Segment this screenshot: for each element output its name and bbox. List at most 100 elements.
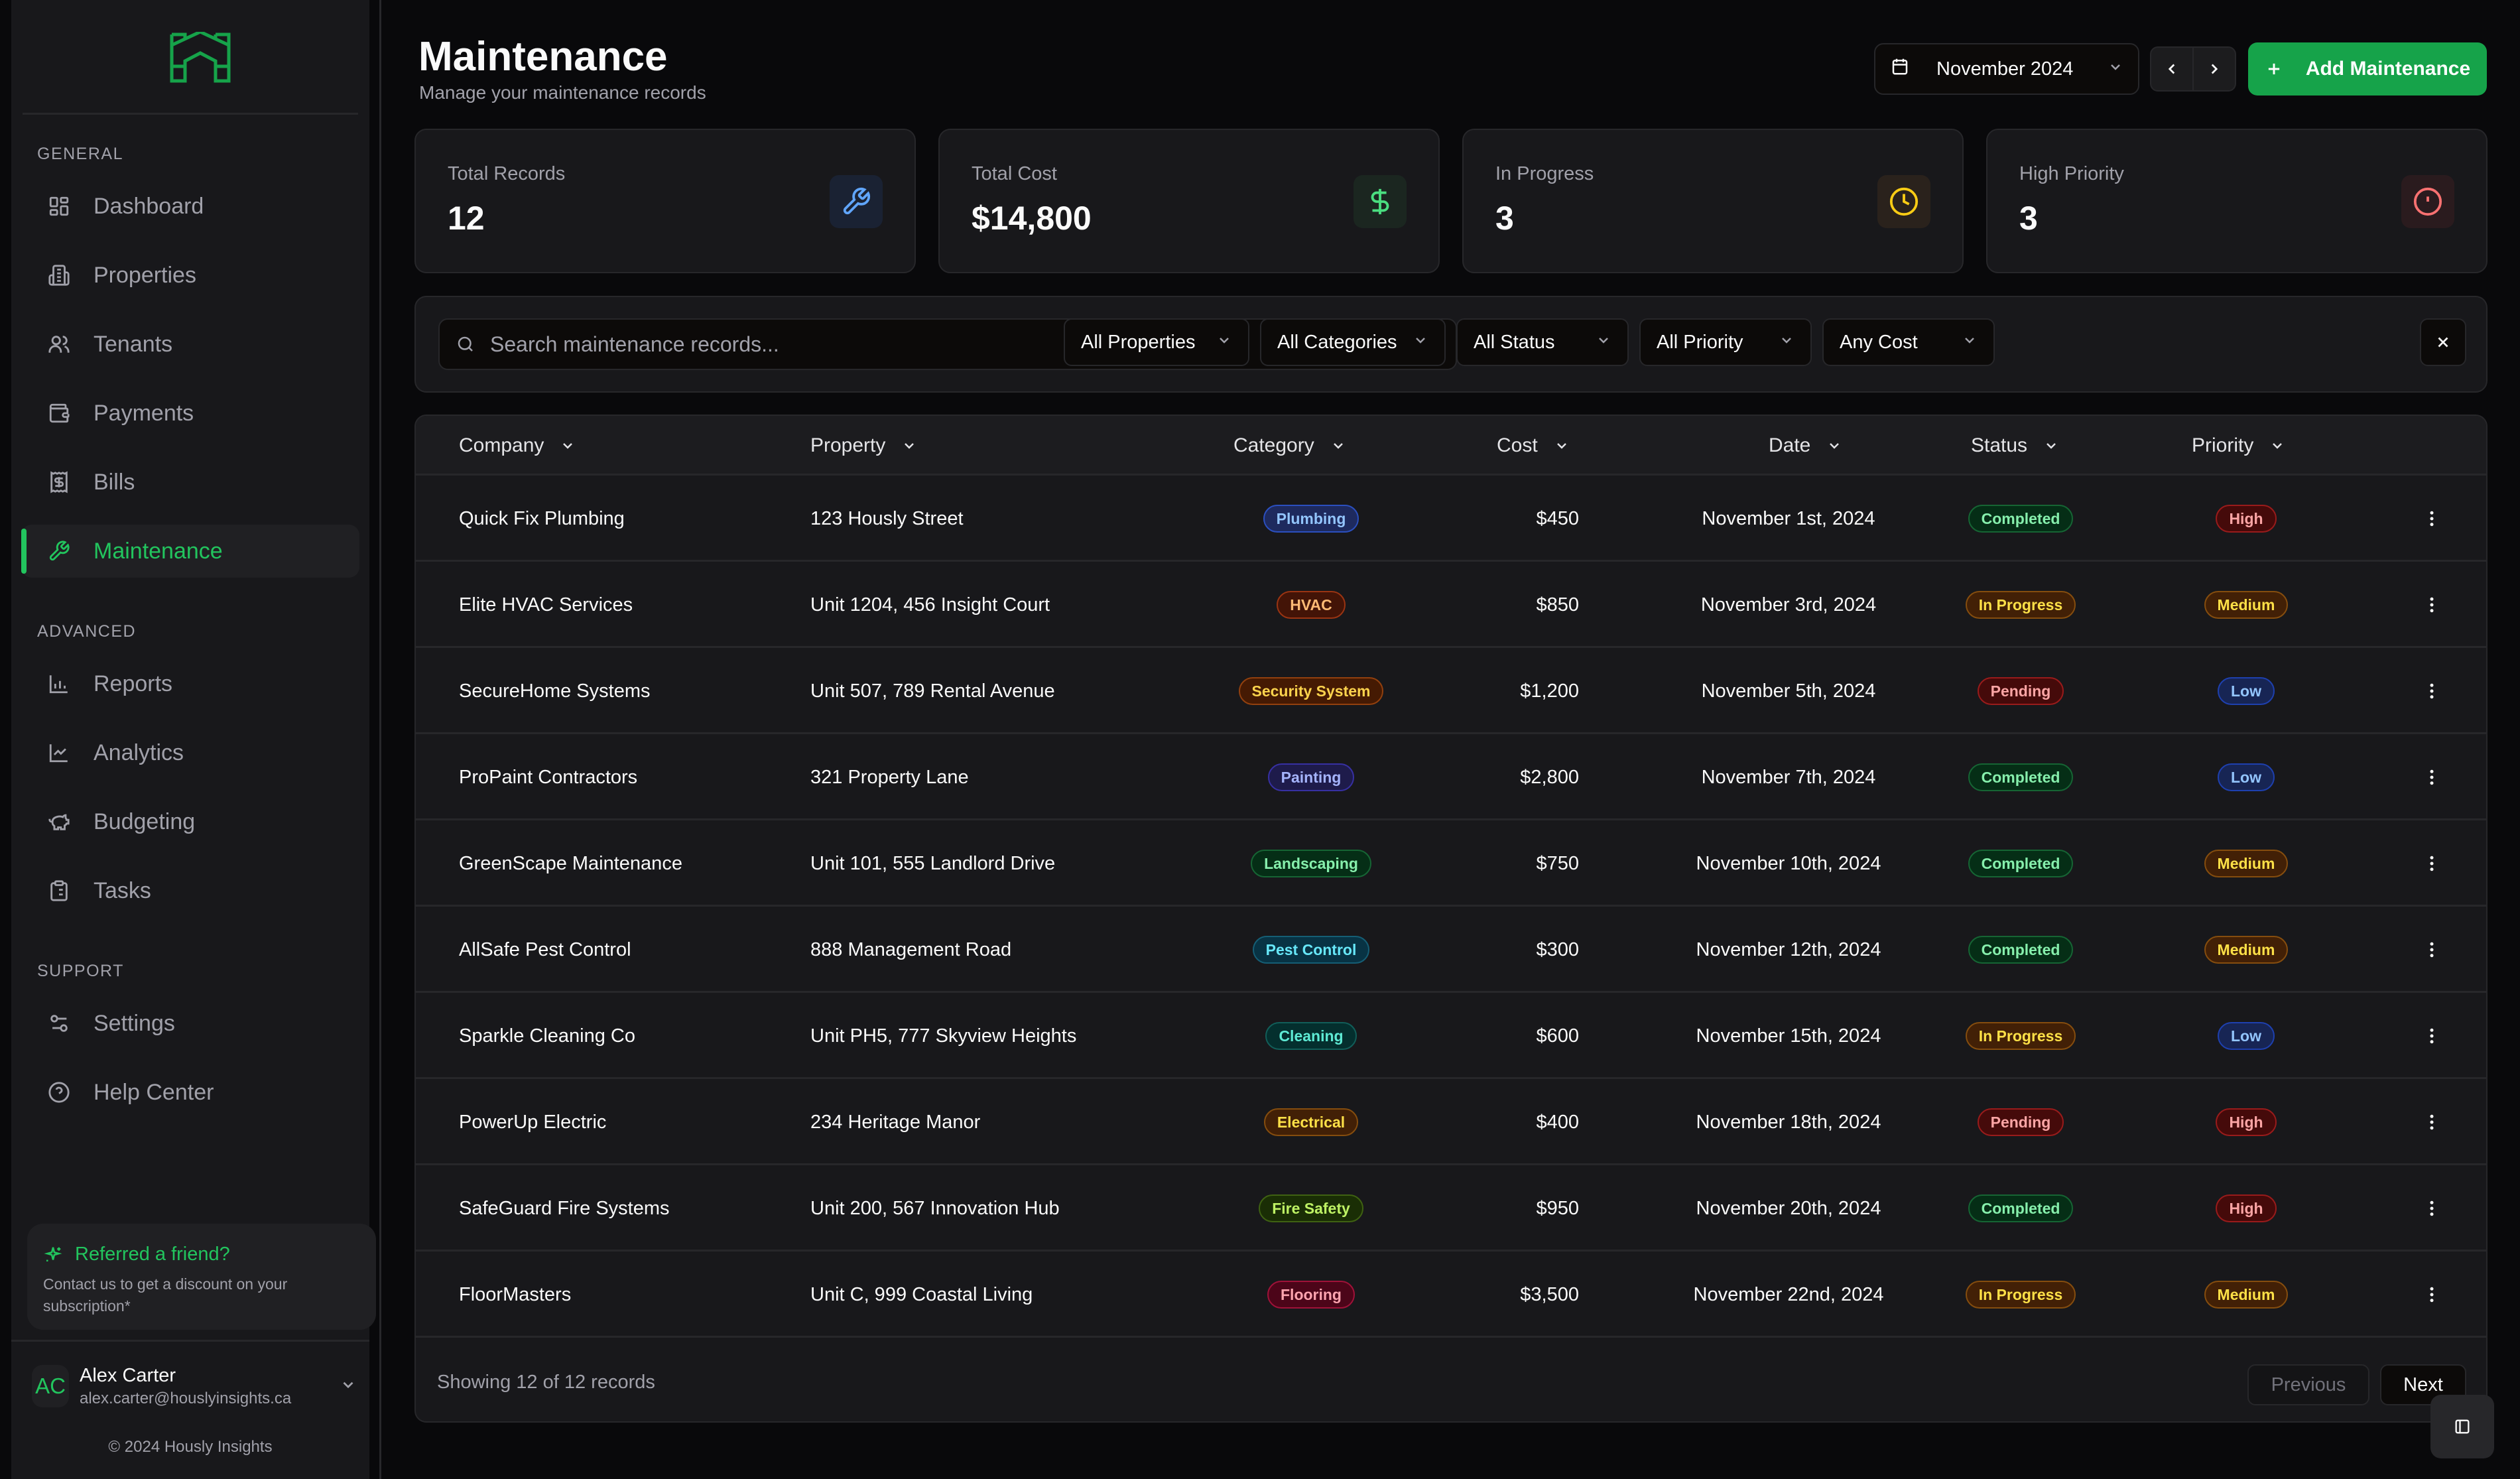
category-badge: Fire Safety — [1259, 1194, 1363, 1222]
column-header-date[interactable]: Date — [1769, 416, 1842, 476]
category-badge: HVAC — [1277, 591, 1346, 619]
filter-value: All Status — [1474, 331, 1555, 353]
filter-panel: All Properties All Categories All Status… — [414, 296, 2488, 393]
user-menu[interactable]: AC Alex Carter alex.carter@houslyinsight… — [32, 1364, 357, 1408]
column-header-property[interactable]: Property — [810, 416, 917, 476]
row-actions-button[interactable] — [2412, 734, 2452, 820]
chevron-down-icon — [1962, 332, 1978, 354]
sidebar-item-help-center[interactable]: Help Center — [21, 1066, 359, 1119]
filter-value: All Categories — [1277, 331, 1397, 353]
table-row[interactable]: GreenScape Maintenance Unit 101, 555 Lan… — [416, 820, 2486, 907]
previous-month-button[interactable] — [2151, 48, 2194, 90]
clear-filters-button[interactable] — [2420, 318, 2466, 366]
cost-cell: $600 — [1536, 1025, 1579, 1047]
table-row[interactable]: AllSafe Pest Control 888 Management Road… — [416, 907, 2486, 993]
stat-value: $14,800 — [972, 200, 1092, 237]
sidebar-item-tasks[interactable]: Tasks — [21, 864, 359, 917]
sidebar-item-maintenance[interactable]: Maintenance — [21, 525, 359, 578]
filter-select-all-categories[interactable]: All Categories — [1260, 318, 1446, 366]
table-footer: Showing 12 of 12 records Previous Next — [416, 1341, 2486, 1421]
row-actions-button[interactable] — [2412, 648, 2452, 734]
table-row[interactable]: SafeGuard Fire Systems Unit 200, 567 Inn… — [416, 1165, 2486, 1252]
sidebar-item-analytics[interactable]: Analytics — [21, 726, 359, 779]
stat-card-high-priority: High Priority 3 — [1986, 129, 2488, 273]
status-badge: Pending — [1977, 1108, 2064, 1136]
sidebar-item-payments[interactable]: Payments — [21, 387, 359, 440]
month-picker[interactable]: November 2024 — [1874, 43, 2139, 95]
row-actions-button[interactable] — [2412, 562, 2452, 648]
table-row[interactable]: ProPaint Contractors 321 Property Lane P… — [416, 734, 2486, 820]
property-cell: 234 Heritage Manor — [810, 1111, 981, 1133]
priority-badge: Low — [2218, 1022, 2275, 1050]
chevron-left-icon — [2168, 64, 2175, 74]
sidebar-item-reports[interactable]: Reports — [21, 657, 359, 710]
filter-select-all-priority[interactable]: All Priority — [1639, 318, 1812, 366]
chevron-down-icon — [1216, 332, 1232, 354]
status-badge: Completed — [1968, 505, 2074, 533]
table-row[interactable]: FloorMasters Unit C, 999 Coastal Living … — [416, 1252, 2486, 1338]
cost-cell: $950 — [1536, 1197, 1579, 1219]
column-header-company[interactable]: Company — [459, 416, 576, 476]
sidebar-item-settings[interactable]: Settings — [21, 997, 359, 1050]
sidebar-item-properties[interactable]: Properties — [21, 249, 359, 302]
more-vertical-icon — [2430, 1028, 2434, 1044]
help-circle-icon — [48, 1082, 70, 1103]
property-cell: 123 Hously Street — [810, 507, 964, 529]
sidebar-item-budgeting[interactable]: Budgeting — [21, 795, 359, 848]
table-row[interactable]: Sparkle Cleaning Co Unit PH5, 777 Skyvie… — [416, 993, 2486, 1079]
sidebar-item-tenants[interactable]: Tenants — [21, 318, 359, 371]
table-row[interactable]: Quick Fix Plumbing 123 Hously Street Plu… — [416, 476, 2486, 562]
wrench-icon — [49, 541, 70, 561]
company-cell: Elite HVAC Services — [459, 594, 633, 615]
more-vertical-icon — [2430, 1114, 2434, 1130]
filter-value: Any Cost — [1840, 331, 1918, 353]
priority-cell: Medium — [2113, 907, 2379, 993]
divider — [11, 1340, 369, 1342]
chevron-down-icon[interactable] — [340, 1376, 357, 1397]
building-icon — [48, 265, 70, 286]
row-actions-button[interactable] — [2412, 476, 2452, 562]
property-cell: Unit 101, 555 Landlord Drive — [810, 852, 1056, 874]
filter-select-any-cost[interactable]: Any Cost — [1822, 318, 1995, 366]
next-month-button[interactable] — [2194, 48, 2235, 90]
referral-card[interactable]: Referred a friend? Contact us to get a d… — [27, 1224, 376, 1330]
cost-cell: $3,500 — [1520, 1283, 1579, 1305]
filter-select-all-status[interactable]: All Status — [1456, 318, 1629, 366]
add-maintenance-button[interactable]: Add Maintenance — [2248, 42, 2487, 96]
column-header-status[interactable]: Status — [1971, 416, 2059, 476]
hously-logo[interactable] — [169, 30, 231, 94]
filter-select-all-properties[interactable]: All Properties — [1064, 318, 1249, 366]
column-label: Date — [1769, 434, 1811, 456]
status-badge: Completed — [1968, 850, 2074, 877]
sidebar-item-bills[interactable]: Bills — [21, 456, 359, 509]
table-row[interactable]: Elite HVAC Services Unit 1204, 456 Insig… — [416, 562, 2486, 648]
date-cell: November 3rd, 2024 — [1700, 594, 1877, 615]
company-cell: ProPaint Contractors — [459, 766, 638, 788]
table-row[interactable]: SecureHome Systems Unit 507, 789 Rental … — [416, 648, 2486, 734]
row-actions-button[interactable] — [2412, 1252, 2452, 1338]
chevron-down-icon — [1333, 443, 1343, 449]
stat-label: Total Records — [448, 163, 566, 184]
column-header-cost[interactable]: Cost — [1497, 416, 1570, 476]
previous-page-button[interactable]: Previous — [2247, 1364, 2369, 1405]
sidebar-item-dashboard[interactable]: Dashboard — [21, 180, 359, 233]
priority-cell: High — [2113, 1165, 2379, 1252]
sidebar-toggle-button[interactable] — [2430, 1395, 2494, 1458]
table-row[interactable]: PowerUp Electric 234 Heritage Manor Elec… — [416, 1079, 2486, 1165]
column-header-category[interactable]: Category — [1233, 416, 1346, 476]
row-actions-button[interactable] — [2412, 1165, 2452, 1252]
page-subtitle: Manage your maintenance records — [419, 82, 706, 103]
row-actions-button[interactable] — [2412, 1079, 2452, 1165]
row-actions-button[interactable] — [2412, 907, 2452, 993]
nav-section-label: ADVANCED — [37, 622, 137, 641]
row-actions-button[interactable] — [2412, 993, 2452, 1079]
category-cell: Flooring — [1178, 1252, 1444, 1338]
cost-cell: $400 — [1536, 1111, 1579, 1133]
more-vertical-icon — [2430, 683, 2434, 699]
sliders-icon — [50, 1015, 68, 1032]
column-header-priority[interactable]: Priority — [2192, 416, 2285, 476]
property-cell: 321 Property Lane — [810, 766, 969, 788]
row-actions-button[interactable] — [2412, 820, 2452, 907]
company-cell: SafeGuard Fire Systems — [459, 1197, 670, 1219]
stat-icon-box — [2401, 175, 2454, 228]
